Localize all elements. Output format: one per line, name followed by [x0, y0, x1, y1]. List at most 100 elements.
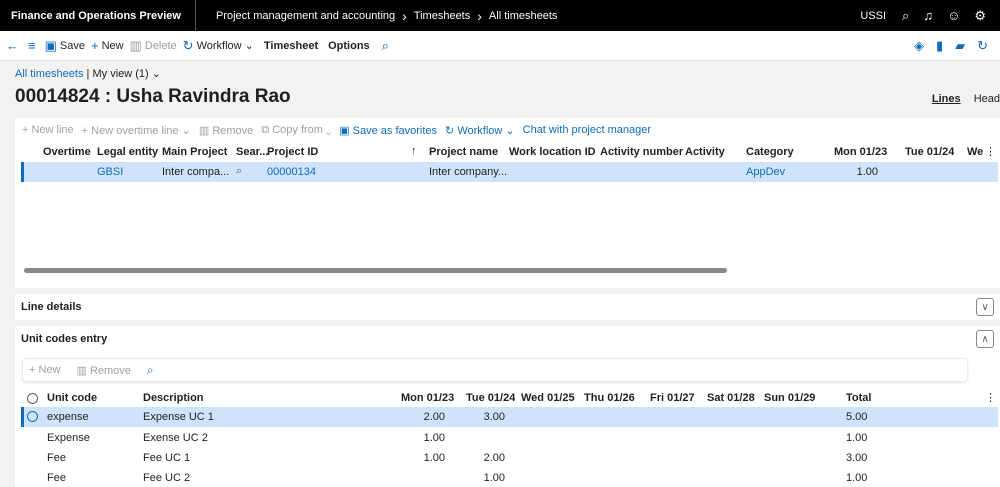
cell-u-total[interactable]: 1.00	[846, 432, 867, 444]
copy-from-button[interactable]: ⧉ Copy from ⌄	[261, 124, 331, 137]
sort-up-arrow-icon: ↑	[411, 145, 417, 157]
menu-button[interactable]: ≡	[28, 38, 39, 53]
search-icon[interactable]: ⌕	[902, 8, 909, 24]
col-work-location-id[interactable]: Work location ID	[509, 146, 596, 158]
col-project-name[interactable]: Project name	[429, 146, 498, 158]
col-u-sat[interactable]: Sat 01/28	[707, 392, 755, 404]
workflow-button[interactable]: ↻ Workflow ⌄	[183, 38, 254, 54]
row-radio[interactable]	[27, 411, 38, 425]
lines-workflow-button[interactable]: ↻ Workflow ⌄	[445, 124, 515, 137]
cell-unit-code[interactable]: Fee	[47, 452, 66, 464]
unit-remove-button[interactable]: ▥ Remove	[77, 364, 139, 377]
unit-new-button[interactable]: + New	[29, 364, 69, 376]
tab-header[interactable]: Head	[974, 93, 1000, 105]
col-search[interactable]: Sear...	[236, 146, 268, 158]
cell-u-total[interactable]: 1.00	[846, 472, 867, 484]
settings-gear-icon[interactable]: ⚙	[974, 8, 986, 24]
radio-icon	[27, 411, 38, 422]
notification-bell-icon[interactable]: ♫	[923, 8, 933, 23]
timesheet-tab[interactable]: Timesheet	[264, 40, 318, 52]
cell-legal-entity[interactable]: GBSI	[97, 166, 123, 178]
cell-u-total[interactable]: 3.00	[846, 452, 867, 464]
cell-main-project[interactable]: Inter compa...	[162, 166, 229, 178]
cell-u-mon[interactable]: 1.00	[400, 452, 445, 464]
back-button[interactable]: ←	[6, 38, 22, 53]
power-apps-icon[interactable]: ◈	[914, 38, 924, 54]
col-description[interactable]: Description	[143, 392, 204, 404]
col-activity[interactable]: Activity	[685, 146, 725, 158]
col-u-tue[interactable]: Tue 01/24	[466, 392, 515, 404]
col-main-project[interactable]: Main Project	[162, 146, 227, 158]
remove-line-button[interactable]: ▥ Remove	[199, 124, 253, 137]
col-unit-code[interactable]: Unit code	[47, 392, 97, 404]
col-u-wed[interactable]: Wed 01/25	[521, 392, 575, 404]
breadcrumb-module[interactable]: Project management and accounting	[216, 10, 395, 22]
cell-description[interactable]: Exense UC 2	[143, 432, 208, 444]
action-search-button[interactable]: ⌕	[382, 38, 392, 54]
cell-project-id[interactable]: 00000134	[267, 166, 316, 178]
column-options-icon[interactable]: ⋮	[985, 391, 996, 404]
cell-project-name[interactable]: Inter company...	[429, 166, 507, 178]
col-category[interactable]: Category	[746, 146, 794, 158]
col-project-id[interactable]: Project ID	[267, 146, 318, 158]
cell-description[interactable]: Fee UC 2	[143, 472, 190, 484]
col-mon[interactable]: Mon 01/23	[834, 146, 887, 158]
all-timesheets-link[interactable]: All timesheets	[15, 68, 83, 80]
column-options-icon[interactable]: ⋮	[985, 145, 996, 158]
tab-lines[interactable]: Lines	[932, 93, 961, 105]
company-picker[interactable]: USSI	[860, 10, 886, 22]
col-tue[interactable]: Tue 01/24	[905, 146, 954, 158]
plus-icon: +	[90, 38, 99, 53]
breadcrumb-all-timesheets[interactable]: All timesheets	[489, 10, 557, 22]
col-u-mon[interactable]: Mon 01/23	[401, 392, 454, 404]
cell-unit-code[interactable]: Fee	[47, 472, 66, 484]
cell-u-tue[interactable]: 3.00	[460, 411, 505, 423]
app-title[interactable]: Finance and Operations Preview	[0, 0, 196, 31]
search-icon[interactable]: ⌕	[147, 363, 154, 378]
line-details-section[interactable]: Line details ∨	[15, 294, 1000, 320]
save-button[interactable]: ▣ Save	[45, 38, 85, 54]
view-selector: All timesheets | My view (1) ⌄	[15, 67, 161, 80]
refresh-icon[interactable]: ↻	[977, 38, 988, 54]
cell-unit-code[interactable]: expense	[47, 411, 89, 423]
cell-description[interactable]: Fee UC 1	[143, 452, 190, 464]
col-overtime[interactable]: Overtime	[43, 146, 91, 158]
delete-button[interactable]: ▥ Delete	[130, 38, 177, 54]
attachments-icon[interactable]: ▰	[955, 38, 965, 54]
unit-codes-section[interactable]: Unit codes entry ∧	[15, 326, 1000, 352]
select-all-radio[interactable]	[27, 393, 38, 407]
new-line-button[interactable]: + New line	[22, 124, 74, 137]
col-activity-number[interactable]: Activity number	[600, 146, 683, 158]
col-wed[interactable]: We	[967, 146, 983, 158]
cell-mon-hours[interactable]: 1.00	[840, 166, 878, 178]
chat-project-manager-button[interactable]: Chat with project manager	[523, 124, 651, 137]
save-favorites-button[interactable]: ▣ Save as favorites	[339, 124, 437, 137]
options-tab[interactable]: Options	[328, 40, 370, 52]
cell-description[interactable]: Expense UC 1	[143, 411, 214, 423]
col-u-thu[interactable]: Thu 01/26	[584, 392, 635, 404]
workflow-icon: ↻	[182, 37, 194, 53]
col-u-sun[interactable]: Sun 01/29	[764, 392, 815, 404]
col-legal-entity[interactable]: Legal entity	[97, 146, 158, 158]
cell-category[interactable]: AppDev	[746, 166, 785, 178]
cell-u-mon[interactable]: 2.00	[400, 411, 445, 423]
collapse-chevron-up-icon[interactable]: ∧	[976, 330, 994, 348]
office-icon[interactable]: ▮	[936, 38, 943, 54]
col-u-fri[interactable]: Fri 01/27	[650, 392, 695, 404]
horizontal-scrollbar[interactable]	[24, 268, 727, 273]
col-u-total[interactable]: Total	[846, 392, 871, 404]
my-view-dropdown[interactable]: My view (1)	[92, 68, 148, 80]
cell-u-mon[interactable]: 1.00	[400, 432, 445, 444]
breadcrumb-timesheets[interactable]: Timesheets	[414, 10, 470, 22]
feedback-smiley-icon[interactable]: ☺	[947, 8, 960, 23]
cell-u-total[interactable]: 5.00	[846, 411, 867, 423]
expand-chevron-down-icon[interactable]: ∨	[976, 298, 994, 316]
project-search-icon[interactable]: ⌕	[236, 165, 242, 178]
new-overtime-line-button[interactable]: + New overtime line ⌄	[82, 124, 191, 137]
cell-u-tue[interactable]: 1.00	[460, 472, 505, 484]
cell-u-tue[interactable]: 2.00	[460, 452, 505, 464]
cell-unit-code[interactable]: Expense	[47, 432, 90, 444]
new-button[interactable]: + New	[91, 38, 124, 53]
chevron-right-icon: ›	[477, 7, 482, 24]
lines-panel	[15, 118, 1000, 288]
